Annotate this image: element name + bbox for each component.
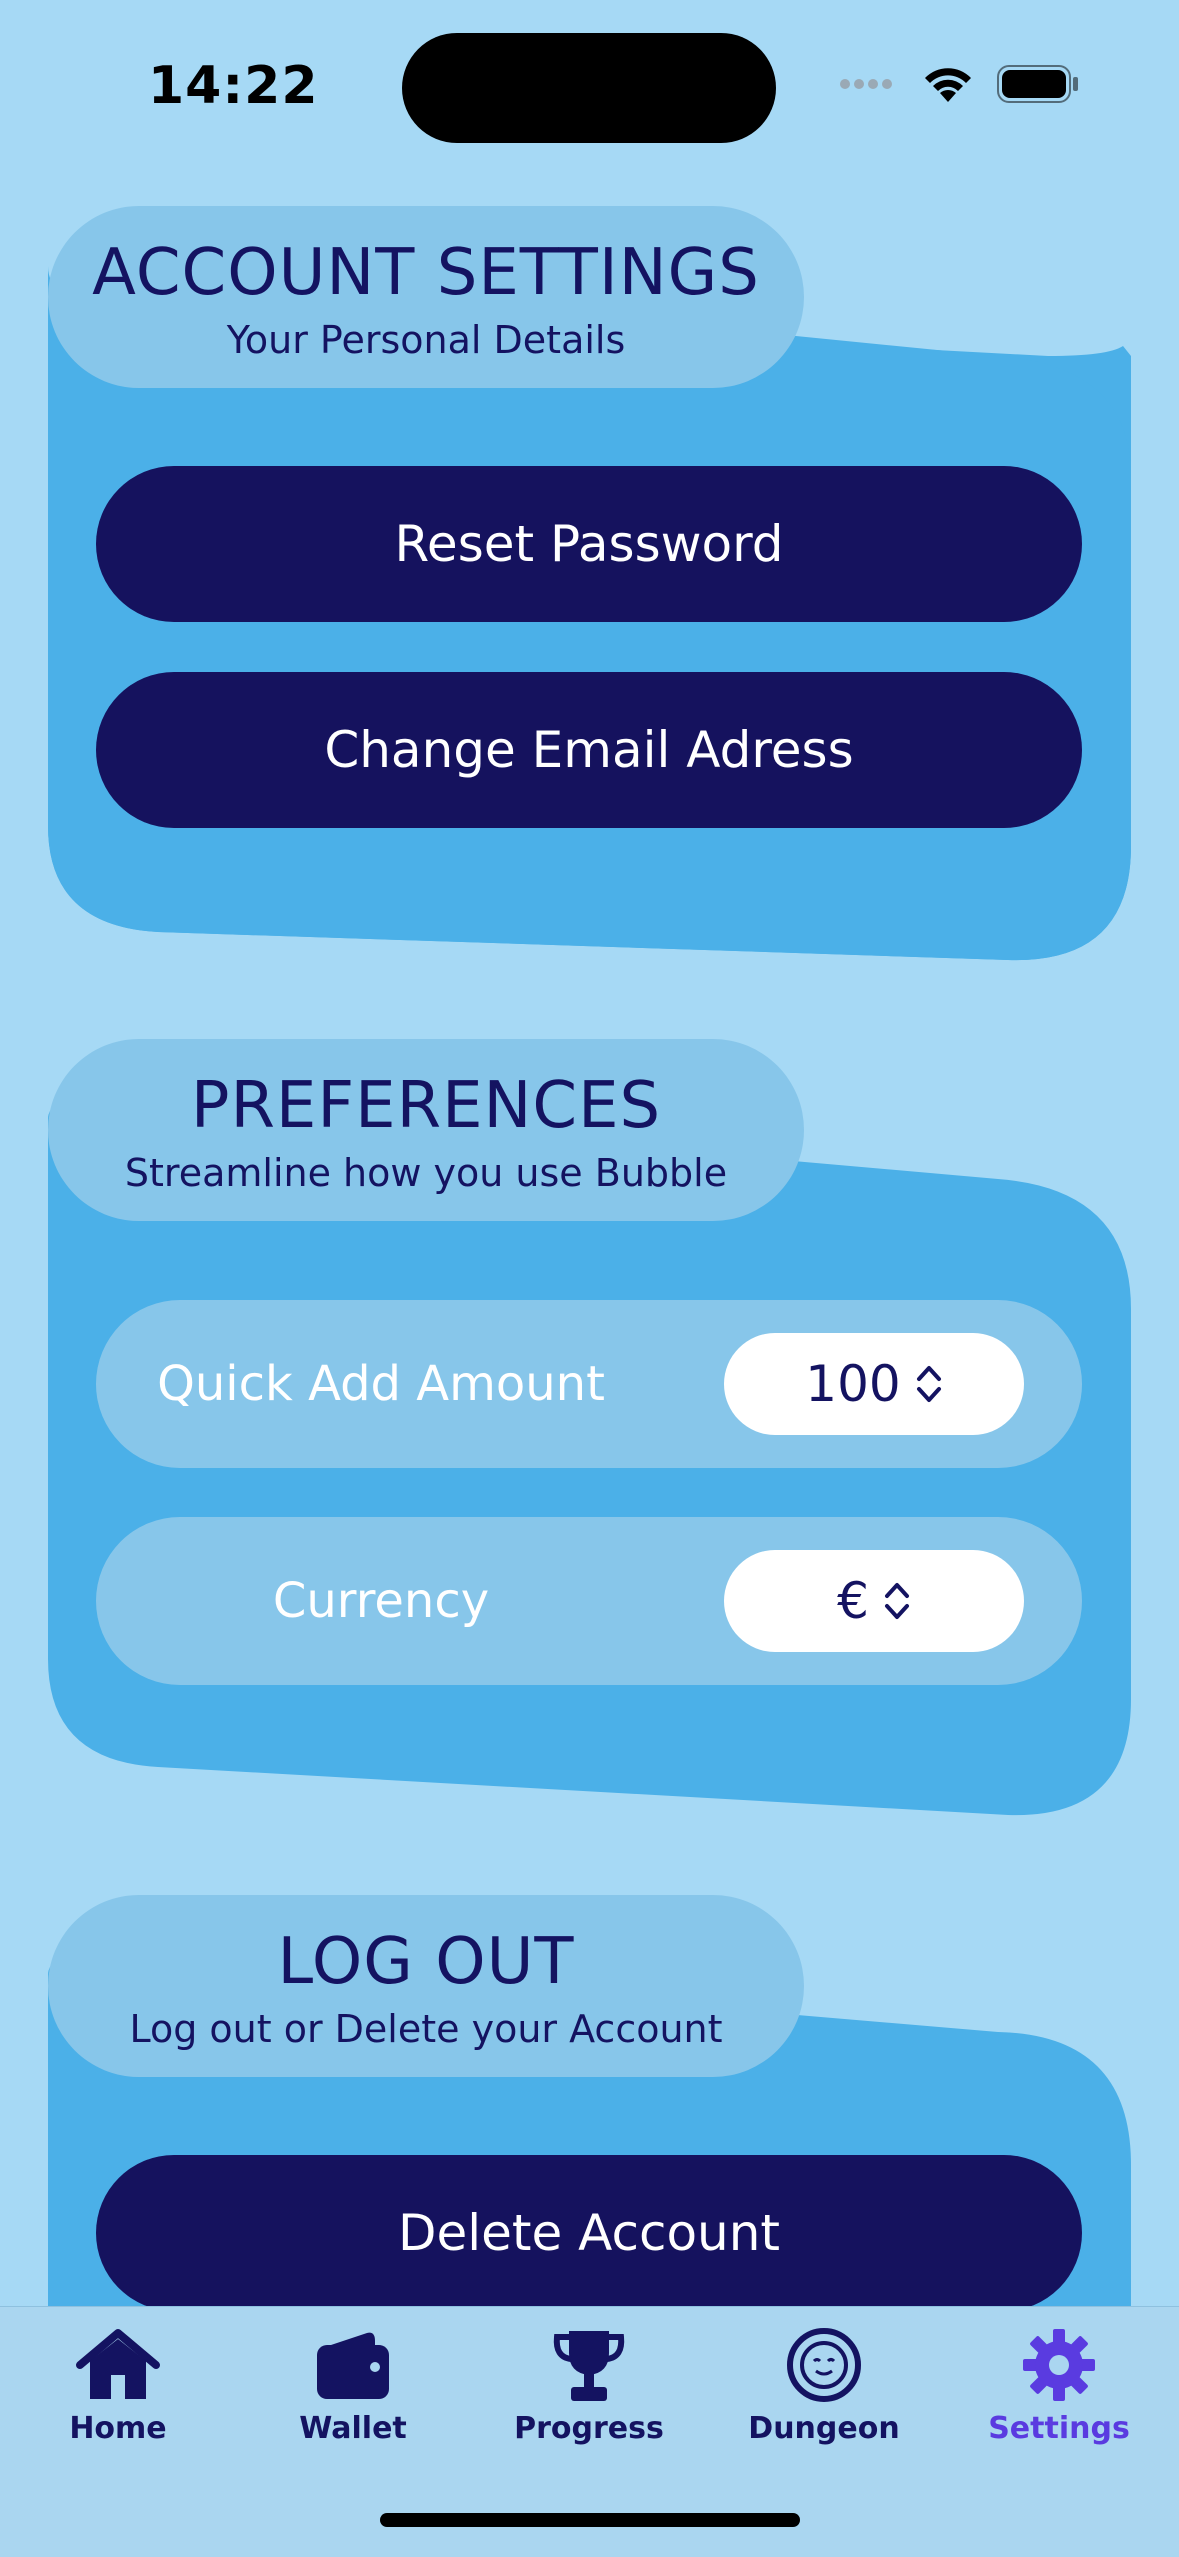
dynamic-island	[402, 33, 776, 143]
house-icon	[76, 2329, 160, 2399]
quick-add-amount-value: 100	[805, 1355, 901, 1413]
wallet-icon	[317, 2332, 389, 2399]
chevron-up-down-icon	[884, 1583, 909, 1619]
logout-header: LOG OUT Log out or Delete your Account	[48, 1895, 804, 2077]
battery-icon	[997, 65, 1078, 103]
reset-password-button[interactable]: Reset Password	[96, 466, 1082, 622]
status-icons	[839, 64, 1079, 104]
tab-dungeon[interactable]: Dungeon	[724, 2327, 924, 2446]
trophy-icon	[553, 2331, 625, 2401]
quick-add-amount-picker[interactable]: 100	[724, 1333, 1024, 1435]
currency-value: €	[837, 1572, 869, 1630]
tab-progress-label: Progress	[514, 2411, 664, 2446]
preferences-card: PREFERENCES Streamline how you use Bubbl…	[48, 1039, 1131, 1819]
tab-home-label: Home	[69, 2411, 167, 2446]
status-time: 14:22	[148, 56, 319, 116]
currency-picker[interactable]: €	[724, 1550, 1024, 1652]
account-settings-header: ACCOUNT SETTINGS Your Personal Details	[48, 206, 804, 388]
change-email-button[interactable]: Change Email Adress	[96, 672, 1082, 828]
tab-dungeon-label: Dungeon	[748, 2411, 900, 2446]
face-icon	[787, 2328, 861, 2402]
tab-settings-label: Settings	[988, 2411, 1130, 2446]
preferences-header: PREFERENCES Streamline how you use Bubbl…	[48, 1039, 804, 1221]
tab-wallet-label: Wallet	[299, 2411, 407, 2446]
status-bar: 14:22	[0, 0, 1179, 180]
account-settings-subtitle: Your Personal Details	[226, 318, 626, 362]
quick-add-amount-label: Quick Add Amount	[157, 1356, 605, 1412]
tab-progress[interactable]: Progress	[489, 2327, 689, 2446]
gear-icon	[1023, 2329, 1095, 2401]
account-settings-card: ACCOUNT SETTINGS Your Personal Details R…	[48, 206, 1131, 964]
account-settings-title: ACCOUNT SETTINGS	[92, 236, 760, 310]
preferences-subtitle: Streamline how you use Bubble	[124, 1151, 728, 1195]
home-indicator[interactable]	[380, 2513, 800, 2527]
chevron-up-down-icon	[916, 1366, 941, 1402]
tab-home[interactable]: Home	[18, 2327, 218, 2446]
tab-wallet[interactable]: Wallet	[253, 2327, 453, 2446]
cellular-signal-icon	[840, 79, 892, 89]
logout-card: LOG OUT Log out or Delete your Account D…	[48, 1895, 1131, 2315]
preferences-title: PREFERENCES	[190, 1069, 662, 1143]
currency-label: Currency	[272, 1573, 490, 1629]
tab-settings[interactable]: Settings	[959, 2327, 1159, 2446]
quick-add-amount-row: Quick Add Amount 100	[96, 1300, 1082, 1468]
logout-subtitle: Log out or Delete your Account	[129, 2007, 723, 2051]
delete-account-button[interactable]: Delete Account	[96, 2155, 1082, 2311]
wifi-icon	[925, 68, 971, 102]
logout-title: LOG OUT	[277, 1925, 575, 1999]
currency-row: Currency €	[96, 1517, 1082, 1685]
